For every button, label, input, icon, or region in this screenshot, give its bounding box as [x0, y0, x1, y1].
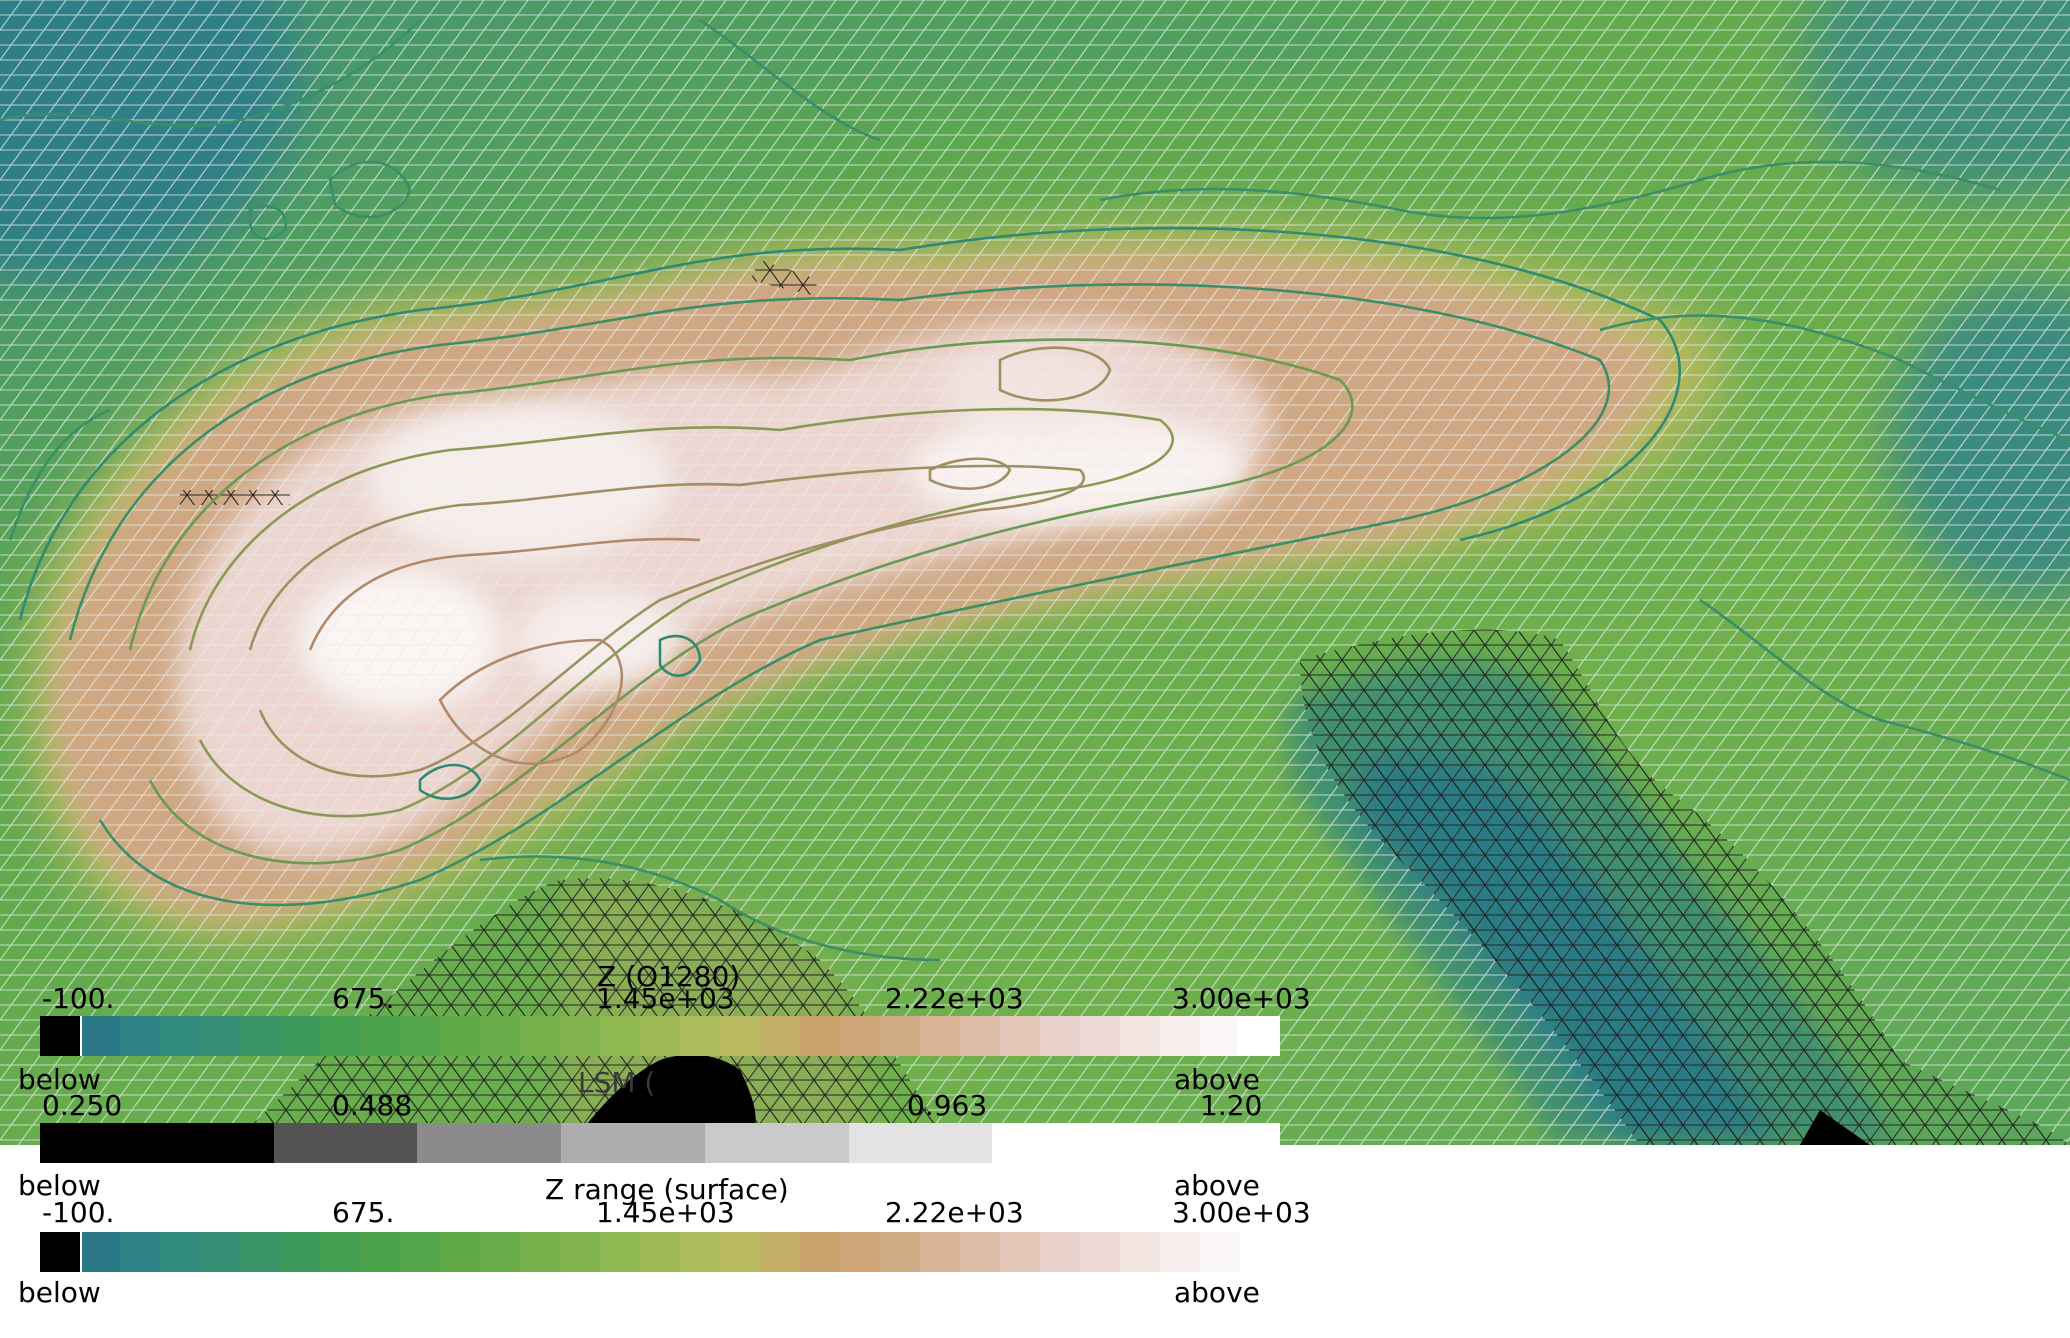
colorbar-z-o1280-tick-3: 2.22e+03: [885, 982, 1024, 1015]
colorbar-z-surface-below-divider: [80, 1232, 82, 1272]
colorbar-z-o1280-swatch: [960, 1016, 1000, 1056]
colorbar-z-surface-swatch: [160, 1232, 200, 1272]
colorbar-z-surface-tick-2: 1.45e+03: [596, 1196, 735, 1229]
colorbar-lsm-above-divider: [1237, 1123, 1245, 1163]
colorbar-z-o1280-swatch: [760, 1016, 800, 1056]
colorbar-z-o1280-swatch: [600, 1016, 640, 1056]
colorbar-lsm-swatch: [848, 1123, 993, 1163]
colorbar-z-o1280-swatch: [200, 1016, 240, 1056]
colorbar-z-surface-tick-3: 2.22e+03: [885, 1196, 1024, 1229]
colorbar-z-surface-strip: [40, 1232, 1240, 1272]
colorbar-z-o1280-swatch: [40, 1016, 80, 1056]
colorbar-z-surface-swatch: [1120, 1232, 1160, 1272]
colorbar-z-o1280-swatch: [560, 1016, 600, 1056]
colorbar-z-o1280-swatch: [320, 1016, 360, 1056]
colorbar-lsm-swatch: [40, 1123, 130, 1163]
colorbar-lsm-swatch: [561, 1123, 705, 1163]
colorbar-z-surface-swatch: [320, 1232, 360, 1272]
colorbar-z-o1280-tick-1: 675.: [332, 982, 395, 1015]
colorbar-z-o1280-swatch: [480, 1016, 520, 1056]
colorbar-z-surface-swatch: [560, 1232, 600, 1272]
colorbar-z-surface-swatch: [40, 1232, 80, 1272]
colorbar-z-o1280-swatch: [1000, 1016, 1040, 1056]
colorbar-lsm-swatch: [129, 1123, 274, 1163]
colorbar-z-surface-above-label: above: [1174, 1276, 1260, 1309]
colorbar-z-o1280-swatch: [1040, 1016, 1080, 1056]
colorbar-lsm-swatch: [417, 1123, 562, 1163]
colorbar-z-o1280-swatch: [240, 1016, 280, 1056]
colorbar-z-o1280-below-divider: [80, 1016, 82, 1056]
colorbar-z-surface-below-label: below: [18, 1276, 101, 1309]
colorbar-z-o1280-swatch: [640, 1016, 680, 1056]
colorbar-z-surface-swatch: [440, 1232, 480, 1272]
colorbar-z-o1280-tick-2: 1.45e+03: [596, 982, 735, 1015]
colorbar-lsm-swatch: [992, 1123, 1137, 1163]
colorbar-lsm-strip: [40, 1123, 1280, 1163]
colorbar-z-o1280-swatch: [720, 1016, 760, 1056]
colorbar-z-surface-swatch: [360, 1232, 400, 1272]
colorbar-z-o1280-swatch: [400, 1016, 440, 1056]
colorbar-lsm-tick-3: 1.20: [1200, 1089, 1263, 1122]
colorbar-z-surface-swatch: [960, 1232, 1000, 1272]
colorbar-z-surface-swatch: [880, 1232, 920, 1272]
colorbar-z-o1280-swatch: [920, 1016, 960, 1056]
colorbar-z-surface-swatch: [640, 1232, 680, 1272]
colorbar-z-surface-swatch: [600, 1232, 640, 1272]
colorbar-z-o1280-swatch: [120, 1016, 160, 1056]
colorbar-z-surface-tick-4: 3.00e+03: [1172, 1196, 1311, 1229]
colorbar-z-surface-swatch: [240, 1232, 280, 1272]
colorbar-z-surface-swatch: [400, 1232, 440, 1272]
colorbar-z-o1280-swatch: [840, 1016, 880, 1056]
colorbar-z-surface-tick-1: 675.: [332, 1196, 395, 1229]
colorbar-z-o1280-swatch: [680, 1016, 720, 1056]
colorbar-z-surface-swatch: [800, 1232, 840, 1272]
colorbar-z-o1280-swatch: [1240, 1016, 1280, 1056]
colorbar-lsm-tick-0: 0.250: [42, 1089, 123, 1122]
colorbar-z-surface-swatch: [1200, 1232, 1240, 1272]
colorbar-z-o1280-swatch: [1160, 1016, 1200, 1056]
colorbar-z-o1280-swatch: [880, 1016, 920, 1056]
colorbar-z-surface-tick-0: -100.: [42, 1196, 115, 1229]
colorbar-z-surface-swatch: [280, 1232, 320, 1272]
colorbar-z-o1280-swatch: [360, 1016, 400, 1056]
colorbar-z-o1280-tick-4: 3.00e+03: [1172, 982, 1311, 1015]
colorbar-z-o1280-swatch: [1120, 1016, 1160, 1056]
colorbar-z-surface-swatch: [720, 1232, 760, 1272]
colorbar-z-o1280-tick-0: -100.: [42, 982, 115, 1015]
colorbar-z-surface-swatch: [1160, 1232, 1200, 1272]
colorbar-z-surface-swatch: [120, 1232, 160, 1272]
colorbar-z-o1280-swatch: [160, 1016, 200, 1056]
colorbar-z-surface-swatch: [520, 1232, 560, 1272]
colorbar-lsm-title: LSM (: [578, 1066, 656, 1099]
colorbar-lsm-swatch: [273, 1123, 418, 1163]
colorbar-lsm-tick-2: 0.963: [907, 1089, 988, 1122]
colorbar-z-surface-swatch: [200, 1232, 240, 1272]
colorbar-z-o1280-swatch: [80, 1016, 120, 1056]
colorbar-z-surface-swatch: [80, 1232, 120, 1272]
colorbar-z-o1280-swatch: [1200, 1016, 1240, 1056]
colorbar-z-o1280-swatch: [520, 1016, 560, 1056]
colorbar-z-surface-swatch: [680, 1232, 720, 1272]
colorbar-z-surface-swatch: [1000, 1232, 1040, 1272]
colorbar-z-surface-swatch: [760, 1232, 800, 1272]
colorbar-z-o1280-strip: [40, 1016, 1280, 1056]
terrain-map: [0, 0, 2070, 1145]
colorbar-z-surface-swatch: [1080, 1232, 1120, 1272]
colorbar-z-surface-swatch: [480, 1232, 520, 1272]
colorbar-z-o1280-swatch: [800, 1016, 840, 1056]
colorbar-lsm-tick-1: 0.488: [332, 1089, 413, 1122]
colorbar-lsm-swatch: [704, 1123, 849, 1163]
colorbar-z-o1280-swatch: [280, 1016, 320, 1056]
colorbar-z-surface-swatch: [920, 1232, 960, 1272]
colorbar-z-o1280-above-divider: [1237, 1016, 1245, 1056]
colorbar-z-surface-swatch: [840, 1232, 880, 1272]
colorbar-z-o1280-swatch: [440, 1016, 480, 1056]
colorbar-lsm-swatch: [1136, 1123, 1280, 1163]
colorbar-z-o1280-swatch: [1080, 1016, 1120, 1056]
colorbar-z-surface-swatch: [1040, 1232, 1080, 1272]
